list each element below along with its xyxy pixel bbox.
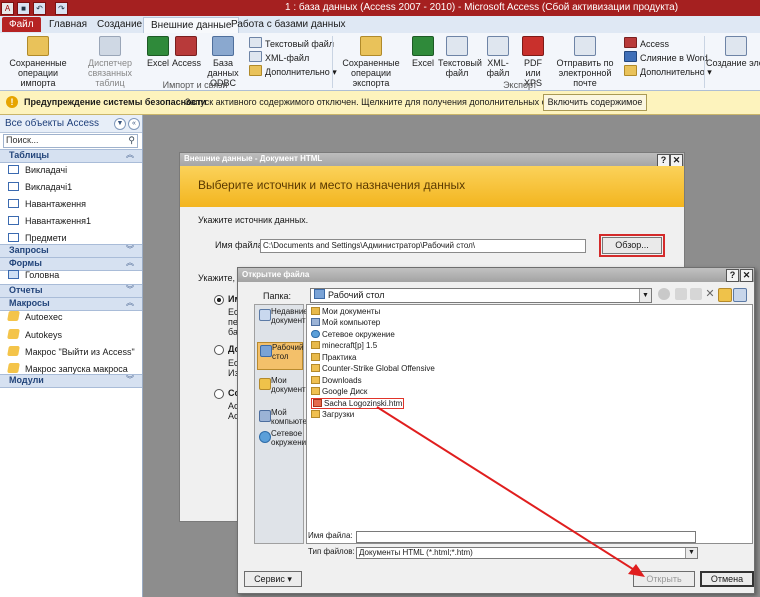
annotation-arrow	[376, 406, 645, 577]
annotation-arrowhead	[628, 564, 645, 577]
annotation-arrow-line	[376, 406, 637, 572]
